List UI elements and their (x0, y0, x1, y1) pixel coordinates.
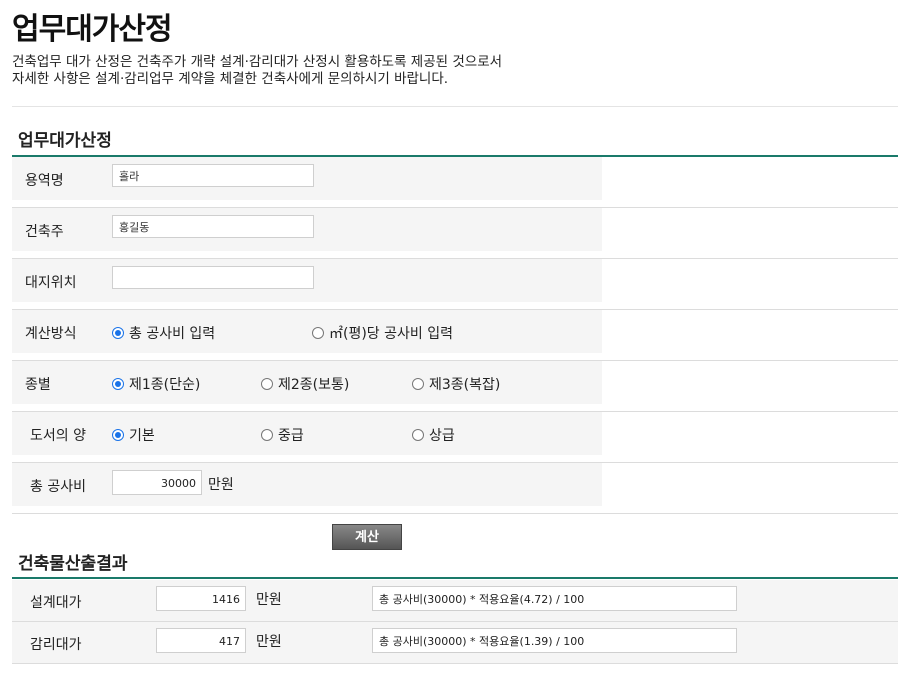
total-cost-unit: 만원 (208, 477, 234, 493)
client-input[interactable]: 홍길동 (112, 215, 314, 238)
radio-drawings-basic[interactable]: 기본 (112, 425, 155, 445)
radio-category-2-indicator[interactable] (261, 378, 273, 390)
radio-drawings-basic-label: 기본 (129, 428, 155, 444)
row-drawings: 도서의 양 기본 중급 상급 (12, 412, 898, 463)
design-fee-label: 설계대가 (30, 595, 82, 611)
radio-category-2-label: 제2종(보통) (278, 377, 350, 393)
supervision-fee-formula[interactable]: 총 공사비(30000) * 적용요율(1.39) / 100 (372, 628, 737, 653)
project-name-input[interactable]: 홀라 (112, 164, 314, 187)
row-site: 대지위치 (12, 259, 898, 310)
calc-method-label: 계산방식 (25, 326, 77, 342)
total-cost-input[interactable]: 30000 (112, 470, 202, 495)
supervision-fee-value[interactable]: 417 (156, 628, 246, 653)
radio-drawings-mid[interactable]: 중급 (261, 425, 304, 445)
intro-line-2: 자세한 사항은 설계·감리업무 계약을 체결한 건축사에게 문의하시기 바랍니다… (12, 71, 449, 87)
row-total-cost: 총 공사비 30000 만원 (12, 463, 898, 514)
radio-drawings-high[interactable]: 상급 (412, 425, 455, 445)
radio-total-cost-indicator[interactable] (112, 327, 124, 339)
radio-category-2[interactable]: 제2종(보통) (261, 374, 349, 394)
fee-section-title: 업무대가산정 (18, 131, 112, 151)
radio-drawings-high-label: 상급 (429, 428, 455, 444)
radio-total-cost-label: 총 공사비 입력 (129, 326, 216, 342)
intro-line-1: 건축업무 대가 산정은 건축주가 개략 설계·감리대가 산정시 활용하도록 제공… (12, 54, 503, 70)
radio-unit-cost[interactable]: ㎡(평)당 공사비 입력 (312, 323, 453, 343)
radio-drawings-basic-indicator[interactable] (112, 429, 124, 441)
radio-unit-cost-label: ㎡(평)당 공사비 입력 (329, 326, 453, 342)
radio-drawings-mid-label: 중급 (278, 428, 304, 444)
radio-category-3-indicator[interactable] (412, 378, 424, 390)
row-project-name: 용역명 홀라 (12, 157, 898, 208)
result-row-design: 설계대가 1416 만원 총 공사비(30000) * 적용요율(4.72) /… (12, 580, 898, 622)
page-title: 업무대가산정 (12, 12, 173, 47)
site-input[interactable] (112, 266, 314, 289)
site-label: 대지위치 (25, 275, 77, 291)
radio-drawings-mid-indicator[interactable] (261, 429, 273, 441)
drawings-label: 도서의 양 (30, 428, 86, 444)
fee-form: 용역명 홀라 건축주 홍길동 대지위치 계산방식 총 공사비 입력 ㎡(평)당 … (12, 157, 898, 514)
radio-unit-cost-indicator[interactable] (312, 327, 324, 339)
client-label: 건축주 (25, 224, 64, 240)
result-section-title: 건축물산출결과 (18, 554, 128, 574)
design-fee-formula[interactable]: 총 공사비(30000) * 적용요율(4.72) / 100 (372, 586, 737, 611)
radio-drawings-high-indicator[interactable] (412, 429, 424, 441)
radio-total-cost[interactable]: 총 공사비 입력 (112, 323, 215, 343)
calculate-button[interactable]: 계산 (332, 524, 402, 550)
design-fee-value[interactable]: 1416 (156, 586, 246, 611)
top-divider (12, 106, 898, 107)
supervision-fee-unit: 만원 (256, 634, 282, 650)
result-table: 설계대가 1416 만원 총 공사비(30000) * 적용요율(4.72) /… (12, 580, 898, 664)
radio-category-1-label: 제1종(단순) (129, 377, 201, 393)
row-client: 건축주 홍길동 (12, 208, 898, 259)
radio-category-3[interactable]: 제3종(복잡) (412, 374, 500, 394)
supervision-fee-label: 감리대가 (30, 637, 82, 653)
total-cost-label: 총 공사비 (30, 479, 86, 495)
project-name-label: 용역명 (25, 173, 64, 189)
design-fee-unit: 만원 (256, 592, 282, 608)
row-category: 종별 제1종(단순) 제2종(보통) 제3종(복잡) (12, 361, 898, 412)
radio-category-1[interactable]: 제1종(단순) (112, 374, 200, 394)
category-label: 종별 (25, 377, 51, 393)
radio-category-3-label: 제3종(복잡) (429, 377, 501, 393)
result-row-supervision: 감리대가 417 만원 총 공사비(30000) * 적용요율(1.39) / … (12, 622, 898, 664)
intro-text: 건축업무 대가 산정은 건축주가 개략 설계·감리대가 산정시 활용하도록 제공… (12, 54, 502, 88)
row-calc-method: 계산방식 총 공사비 입력 ㎡(평)당 공사비 입력 (12, 310, 898, 361)
radio-category-1-indicator[interactable] (112, 378, 124, 390)
result-section-rule (12, 577, 898, 579)
